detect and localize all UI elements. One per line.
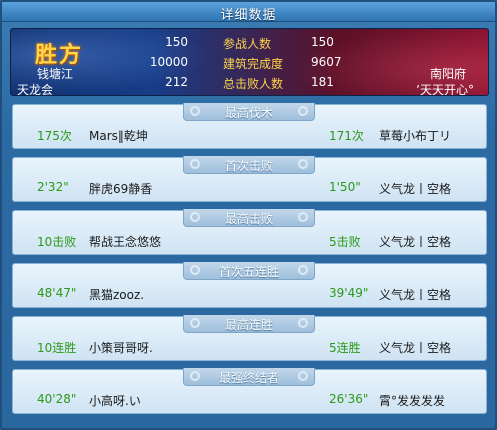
right-player-name: 义气龙丨空格 [379, 182, 452, 196]
stat-row-construction: 10000 建筑完成度 9607 [11, 55, 488, 71]
stat-right-value: 181 [311, 75, 334, 89]
window-title: 详细数据 [220, 8, 277, 23]
section-max-streak: 最高连胜 10连胜 小策哥哥呀. 5连胜 义气龙丨空格 [12, 315, 487, 361]
section-header: 最高击败 [183, 209, 315, 227]
section-header: 最强终结者 [183, 368, 315, 386]
detail-data-window: 详细数据 胜方 钱塘江 天龙会 南阳府 ʼ天天开心° 150 参战人数 150 … [0, 0, 497, 430]
section-title: 最高伐木 [224, 106, 273, 120]
right-player-name: 草莓小布丁リ [379, 129, 452, 143]
section-title: 首次击败 [224, 159, 273, 173]
right-player-name: 义气龙丨空格 [379, 288, 452, 302]
section-title: 首次五连胜 [218, 265, 279, 279]
stat-label: 总击败人数 [223, 77, 284, 91]
left-value: 175次 [37, 129, 72, 143]
section-title: 最高击败 [224, 212, 273, 226]
section-max-logging: 最高伐木 175次 Mars‖乾坤 171次 草莓小布丁リ [12, 103, 487, 149]
stat-right-value: 9607 [311, 55, 342, 69]
stat-right-value: 150 [311, 35, 334, 49]
section-max-kills: 最高击败 10击败 帮战王念悠悠 5击败 义气龙丨空格 [12, 209, 487, 255]
left-value: 10击败 [37, 235, 77, 249]
right-player-name: 义气龙丨空格 [379, 341, 452, 355]
stat-left-value: 150 [165, 35, 188, 49]
stat-row-participants: 150 参战人数 150 [11, 35, 488, 51]
section-title: 最高连胜 [224, 318, 273, 332]
stat-label: 建筑完成度 [223, 57, 284, 71]
left-player-name: 胖虎69静香 [89, 182, 153, 196]
section-first-kill: 首次击败 2'32" 胖虎69静香 1'50" 义气龙丨空格 [12, 156, 487, 202]
right-value: 26'36" [329, 392, 369, 406]
stat-label: 参战人数 [223, 37, 272, 51]
left-player-name: Mars‖乾坤 [89, 129, 148, 143]
section-header: 最高伐木 [183, 103, 315, 121]
section-strongest-terminator: 最强终结者 40'28" 小高呀.い 26'36" 霄°发发发发 [12, 368, 487, 414]
title-bar: 详细数据 [2, 2, 495, 23]
left-player-name: 黑猫zooz. [89, 288, 145, 302]
stat-left-value: 10000 [149, 55, 188, 69]
left-value: 48'47" [37, 286, 77, 300]
right-value: 171次 [329, 129, 364, 143]
right-value: 1'50" [329, 180, 361, 194]
left-value: 10连胜 [37, 341, 77, 355]
result-banner: 胜方 钱塘江 天龙会 南阳府 ʼ天天开心° 150 参战人数 150 10000… [10, 28, 489, 96]
left-player-name: 小高呀.い [89, 394, 141, 408]
section-header: 首次五连胜 [183, 262, 315, 280]
left-player-name: 帮战王念悠悠 [89, 235, 162, 249]
section-first-five-streak: 首次五连胜 48'47" 黑猫zooz. 39'49" 义气龙丨空格 [12, 262, 487, 308]
stat-row-total-defeats: 212 总击败人数 181 [11, 75, 488, 91]
section-title: 最强终结者 [218, 371, 279, 385]
right-value: 5连胜 [329, 341, 361, 355]
stat-left-value: 212 [165, 75, 188, 89]
left-value: 40'28" [37, 392, 77, 406]
section-header: 最高连胜 [183, 315, 315, 333]
right-value: 39'49" [329, 286, 369, 300]
right-player-name: 霄°发发发发 [379, 394, 446, 408]
section-header: 首次击败 [183, 156, 315, 174]
left-value: 2'32" [37, 180, 69, 194]
right-value: 5击败 [329, 235, 361, 249]
left-player-name: 小策哥哥呀. [89, 341, 153, 355]
right-player-name: 义气龙丨空格 [379, 235, 452, 249]
